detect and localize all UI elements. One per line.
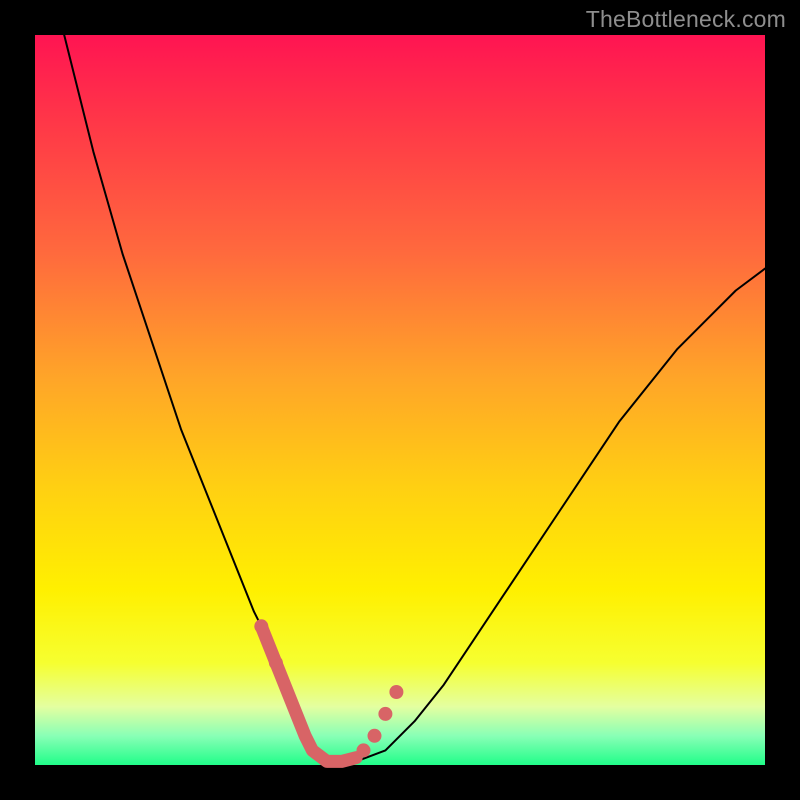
optimal-range-dot [269, 656, 283, 670]
chart-frame: TheBottleneck.com [0, 0, 800, 800]
optimal-range-dot [254, 619, 268, 633]
optimal-range-dot [389, 685, 403, 699]
optimal-range-dot [368, 729, 382, 743]
optimal-range-dot [378, 707, 392, 721]
bottleneck-curve [64, 35, 765, 761]
watermark-text: TheBottleneck.com [586, 6, 786, 33]
plot-area [35, 35, 765, 765]
curve-svg [35, 35, 765, 765]
optimal-range-dot [357, 743, 371, 757]
optimal-range-segment [261, 626, 356, 761]
optimal-range-dots [254, 619, 403, 757]
